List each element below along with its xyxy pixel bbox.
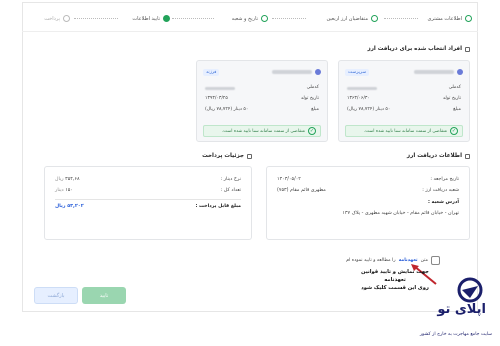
role-badge: سرپرست xyxy=(345,68,370,76)
payment-title: جزئیات پرداخت xyxy=(202,153,252,159)
blurred-national-code xyxy=(347,87,377,90)
step-pending-icon xyxy=(63,15,70,22)
check-icon: ✓ xyxy=(450,127,458,135)
step-connector xyxy=(74,18,118,19)
confirm-button[interactable]: تایید xyxy=(82,287,126,304)
check-icon: ✓ xyxy=(308,127,316,135)
brand-tagline: سایت جامع مهاجرت به خارج از کشور xyxy=(419,332,492,337)
wallet-icon xyxy=(247,153,252,159)
users-icon xyxy=(465,46,470,52)
stepper: اطلاعات مشتری متقاضیان ارز اربعین تاریخ … xyxy=(22,10,478,30)
user-icon xyxy=(457,69,463,75)
step-connector xyxy=(172,18,214,19)
approval-notice: ✓ متقاضی از سمت سامانه سنا تایید شده است… xyxy=(345,125,463,137)
receipt-info-box: تاریخ مراجعه : ۱۴۰۳/۰۵/۰۲ شعبه دریافت ار… xyxy=(266,166,470,240)
step-done-icon xyxy=(261,15,268,22)
back-button[interactable]: بازگشت xyxy=(34,287,78,304)
brand-name: اپلای تو xyxy=(437,302,486,317)
blurred-name xyxy=(414,70,454,74)
step-customer-info[interactable]: اطلاعات مشتری xyxy=(428,15,472,22)
step-done-icon xyxy=(465,15,472,22)
step-done-icon xyxy=(371,15,378,22)
divider xyxy=(55,199,241,200)
step-date-branch[interactable]: تاریخ و شعبه xyxy=(232,15,268,22)
blurred-name xyxy=(272,70,312,74)
step-payment: پرداخت xyxy=(44,15,70,22)
payment-details-box: نرخ دینار : ۳۵۴,۶۸ ریال تعداد کل : ۱۵۰ د… xyxy=(44,166,252,240)
user-icon xyxy=(315,69,321,75)
applicant-card: فرزند کدملی تاریخ تولد ۱۳۹۳/۰۳/۲۵ مبلغ ۵… xyxy=(196,60,328,142)
step-confirm-info[interactable]: تایید اطلاعات xyxy=(132,15,170,22)
document-icon xyxy=(465,153,470,159)
approval-notice: ✓ متقاضی از سمت سامانه سنا تایید شده است… xyxy=(203,125,321,137)
role-badge: فرزند xyxy=(203,68,220,76)
step-applicants[interactable]: متقاضیان ارز اربعین xyxy=(326,15,378,22)
annotation-hint: جهت نمایش و تایید قوانین تعهدنامه روی ای… xyxy=(361,269,429,291)
blurred-national-code xyxy=(205,87,235,90)
stepper-divider xyxy=(22,31,478,32)
step-current-icon xyxy=(163,15,170,22)
receipt-title: اطلاعات دریافت ارز xyxy=(407,153,470,159)
applicants-title: افراد انتخاب شده برای دریافت ارز xyxy=(367,46,470,52)
applicant-card: سرپرست کدملی تاریخ تولد ۱۳۶۳/۰۶/۳۰ مبلغ … xyxy=(338,60,470,142)
step-connector xyxy=(384,18,418,19)
step-connector xyxy=(272,18,306,19)
brand-logo-icon xyxy=(457,277,483,303)
